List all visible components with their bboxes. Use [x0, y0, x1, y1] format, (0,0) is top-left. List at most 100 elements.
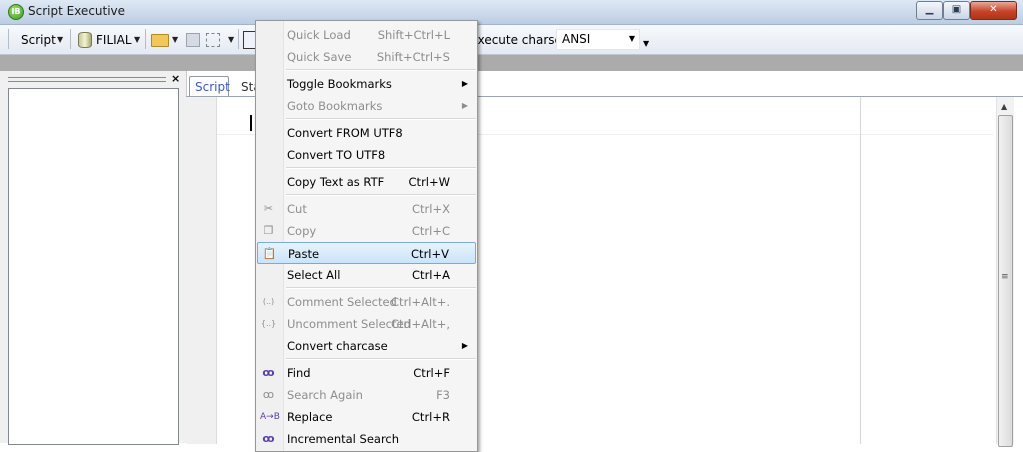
menu-item-label: Replace [287, 410, 333, 424]
run-script-icon[interactable] [206, 33, 220, 47]
menu-item-label: Search Again [287, 388, 363, 402]
menu-separator [286, 194, 476, 196]
menu-item-toggle-bookmarks[interactable]: Toggle Bookmarks ▶ [257, 73, 476, 95]
submenu-arrow-icon: ▶ [461, 101, 468, 110]
menu-item-label: Paste [288, 247, 320, 261]
title-bar: IB Script Executive ▁ ▣ ✕ [0, 0, 1023, 25]
submenu-arrow-icon: ▶ [461, 79, 468, 88]
app-icon: IB [8, 4, 24, 20]
menu-separator [286, 118, 476, 120]
toolbar-grip [8, 29, 9, 49]
menu-item-select-all[interactable]: Select All Ctrl+A [257, 264, 476, 286]
menu-item-label: Incremental Search [287, 432, 400, 446]
menu-item-label: Find [287, 366, 311, 380]
menu-item-shortcut: Ctrl+V [411, 247, 449, 261]
toolbar: Script ▼ FILIAL ▼ ▼ ▼ Execute charset: A… [0, 25, 1023, 55]
menu-item-label: Comment Selected [287, 295, 397, 309]
uncomment-icon: {..} [260, 319, 277, 328]
menu-item-shortcut: F3 [436, 388, 450, 402]
paste-icon: 📋 [262, 247, 277, 260]
chevron-down-icon[interactable]: ▼ [134, 35, 140, 44]
menu-item-label: Copy [287, 224, 317, 238]
charset-value: ANSI [562, 32, 591, 46]
menu-item-label: Goto Bookmarks [287, 99, 383, 113]
database-selector[interactable]: FILIAL [96, 33, 132, 47]
script-menu-button[interactable]: Script [21, 33, 56, 47]
tab-script[interactable]: Script [189, 76, 230, 97]
menu-item-label: Quick Load [287, 28, 351, 42]
dock-strip [0, 55, 1023, 71]
menu-item-find[interactable]: ꝏ Find Ctrl+F [257, 362, 476, 384]
menu-item-shortcut: Ctrl+A [412, 268, 450, 282]
toolbar-separator [238, 29, 239, 49]
menu-item-shortcut: Ctrl+F [413, 366, 450, 380]
menu-item-convert-charcase[interactable]: Convert charcase ▶ [257, 335, 476, 357]
panel-grip[interactable] [8, 77, 166, 82]
close-icon[interactable]: × [171, 72, 180, 85]
replace-icon: A→B [260, 412, 280, 422]
menu-item-paste[interactable]: 📋 Paste Ctrl+V [257, 242, 476, 264]
menu-item-copy[interactable]: ❐ Copy Ctrl+C [257, 220, 476, 242]
menu-item-label: Convert FROM UTF8 [287, 126, 403, 140]
menu-item-label: Copy Text as RTF [287, 175, 385, 189]
menu-item-incremental-search[interactable]: ꝏ Incremental Search [257, 428, 476, 450]
copy-icon: ❐ [263, 224, 274, 237]
menu-item-shortcut: Ctrl+C [411, 224, 450, 238]
toolbar-overflow-icon[interactable]: ▼ [643, 39, 649, 48]
vertical-scrollbar[interactable]: ▲ ≡ [996, 97, 1014, 447]
object-list[interactable] [8, 88, 179, 445]
grip-icon: ≡ [1001, 272, 1009, 282]
menu-item-convert-to-utf8[interactable]: Convert TO UTF8 [257, 144, 476, 166]
menu-separator [286, 358, 476, 360]
toolbar-separator [70, 29, 71, 49]
menu-separator [286, 287, 476, 289]
incremental-search-icon: ꝏ [262, 432, 275, 445]
scroll-up-icon[interactable]: ▲ [1001, 102, 1007, 111]
menu-item-label: Convert charcase [287, 339, 388, 353]
line-gutter [186, 97, 217, 444]
menu-item-search-again[interactable]: ꝏ Search Again F3 [257, 384, 476, 406]
context-menu: Quick Load Shift+Ctrl+L Quick Save Shift… [255, 20, 478, 452]
menu-item-shortcut: Ctrl+W [408, 175, 450, 189]
menu-item-shortcut: Ctrl+X [412, 202, 450, 216]
menu-item-quick-save[interactable]: Quick Save Shift+Ctrl+S [257, 46, 476, 68]
menu-item-uncomment-selected[interactable]: {..} Uncomment Selected Ctrl+Alt+, [257, 313, 476, 335]
database-icon [78, 32, 92, 48]
chevron-down-icon[interactable]: ▼ [228, 35, 234, 44]
right-margin-line [860, 97, 861, 444]
submenu-arrow-icon: ▶ [461, 341, 468, 350]
comment-icon: (..) [262, 297, 275, 306]
chevron-down-icon[interactable]: ▼ [57, 35, 63, 44]
menu-item-label: Convert TO UTF8 [287, 148, 386, 162]
menu-item-label: Select All [287, 268, 341, 282]
save-icon[interactable] [186, 33, 200, 47]
menu-item-shortcut: Shift+Ctrl+S [376, 50, 450, 64]
text-caret [250, 115, 252, 131]
menu-item-goto-bookmarks[interactable]: Goto Bookmarks ▶ [257, 95, 476, 117]
menu-item-quick-load[interactable]: Quick Load Shift+Ctrl+L [257, 24, 476, 46]
menu-item-comment-selected[interactable]: (..) Comment Selected Ctrl+Alt+. [257, 291, 476, 313]
window-title: Script Executive [28, 4, 126, 18]
scissors-icon: ✂ [263, 202, 274, 215]
chevron-down-icon[interactable]: ▼ [172, 35, 178, 44]
menu-separator [286, 167, 476, 169]
menu-item-replace[interactable]: A→B Replace Ctrl+R [257, 406, 476, 428]
menu-item-shortcut: Ctrl+Alt+. [391, 295, 450, 309]
menu-item-cut[interactable]: ✂ Cut Ctrl+X [257, 198, 476, 220]
menu-item-label: Cut [287, 202, 307, 216]
menu-item-shortcut: Ctrl+Alt+, [391, 317, 450, 331]
binoculars-icon: ꝏ [262, 366, 275, 379]
menu-item-label: Quick Save [287, 50, 352, 64]
menu-item-shortcut: Ctrl+R [411, 410, 450, 424]
maximize-button[interactable]: ▣ [943, 1, 970, 20]
menu-item-label: Toggle Bookmarks [287, 77, 392, 91]
minimize-button[interactable]: ▁ [916, 1, 943, 20]
menu-separator [286, 69, 476, 71]
menu-item-convert-from-utf8[interactable]: Convert FROM UTF8 [257, 122, 476, 144]
scroll-thumb[interactable]: ≡ [998, 115, 1013, 447]
menu-item-copy-text-as-rtf[interactable]: Copy Text as RTF Ctrl+W [257, 171, 476, 193]
charset-select[interactable]: ANSI ▼ [556, 29, 640, 50]
close-button[interactable]: ✕ [970, 1, 1017, 20]
chevron-down-icon[interactable]: ▼ [629, 34, 635, 43]
open-folder-icon[interactable] [151, 34, 169, 47]
